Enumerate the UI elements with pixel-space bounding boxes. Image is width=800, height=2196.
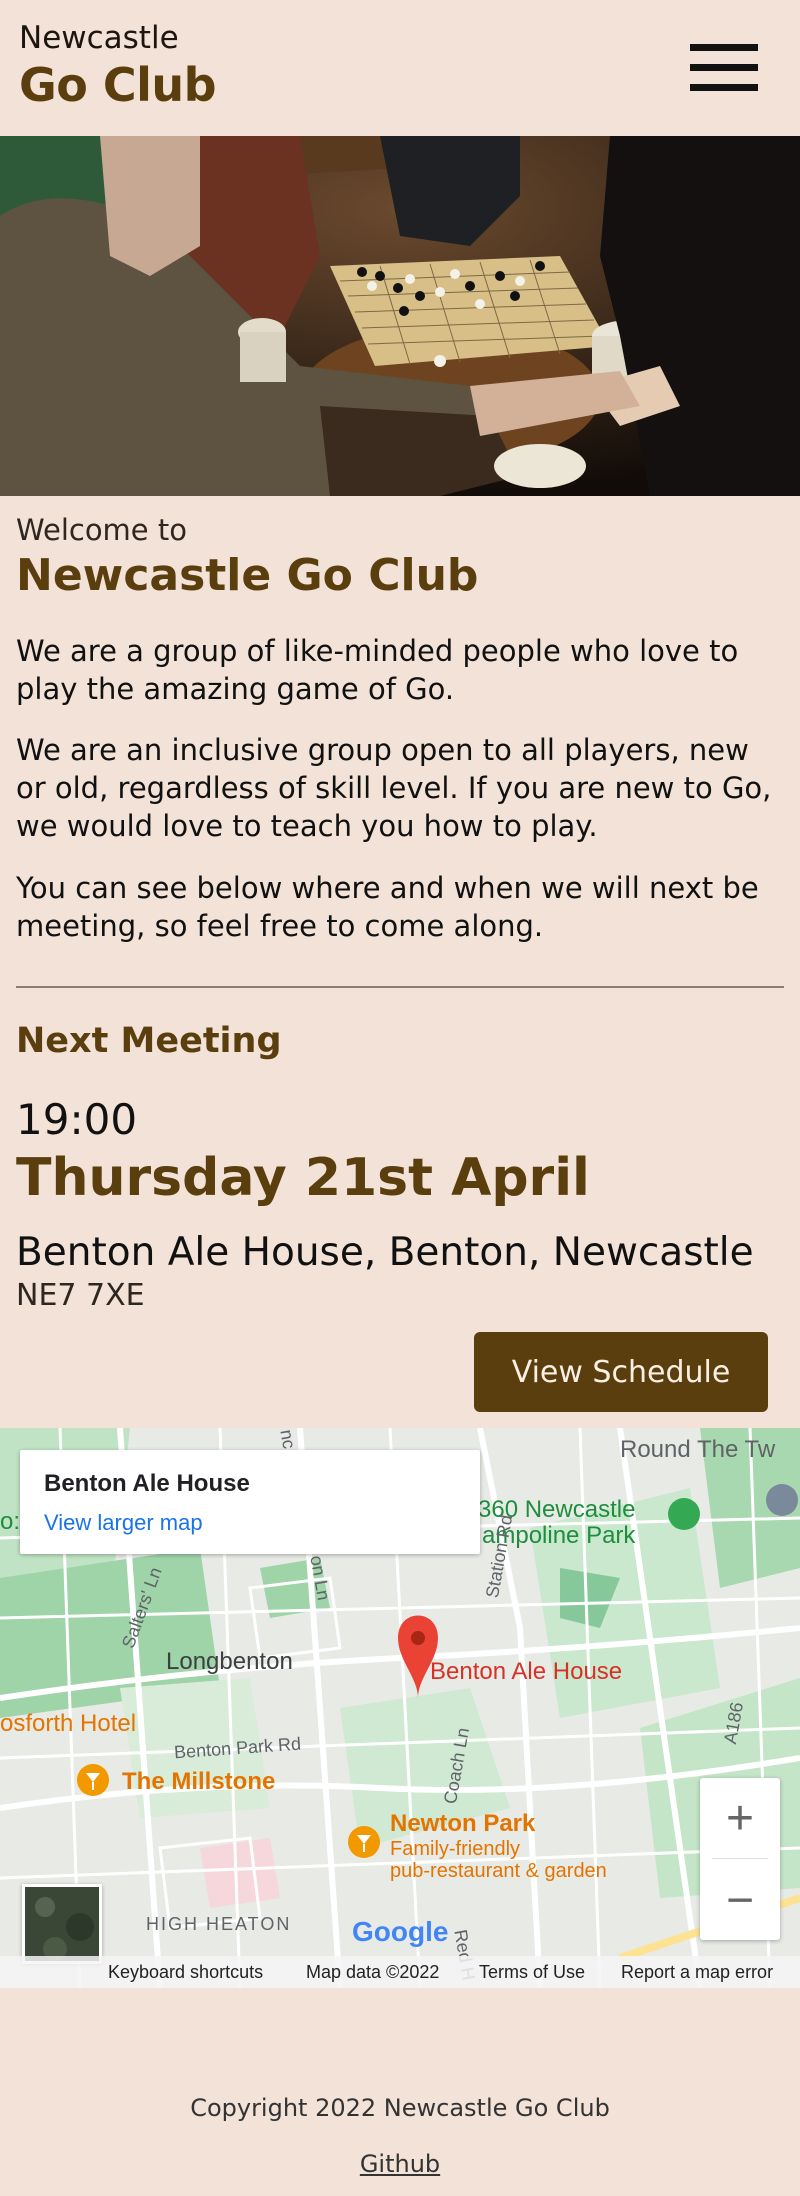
view-schedule-button[interactable]: View Schedule xyxy=(474,1332,768,1412)
marker-label[interactable]: Benton Ale House xyxy=(430,1658,622,1686)
map-place-label: HIGH HEATON xyxy=(146,1914,292,1934)
view-larger-map-link[interactable]: View larger map xyxy=(44,1510,203,1536)
map-place-card: Benton Ale House View larger map xyxy=(20,1450,480,1554)
keyboard-shortcuts-link[interactable]: Keyboard shortcuts xyxy=(108,1962,263,1983)
map-road-label: nc xyxy=(276,1428,300,1451)
hamburger-bar xyxy=(690,44,758,51)
meeting-time: 19:00 xyxy=(16,1095,138,1144)
next-meeting-heading: Next Meeting xyxy=(16,1021,282,1061)
report-map-error-link[interactable]: Report a map error xyxy=(621,1962,773,1983)
map-place-label: o: xyxy=(0,1508,21,1535)
map-card-title: Benton Ale House xyxy=(44,1470,250,1497)
brand-name-main[interactable]: Go Club xyxy=(19,58,217,112)
google-logo: Google xyxy=(352,1916,449,1947)
zoom-divider xyxy=(712,1858,768,1859)
map-place-description: Family-friendly xyxy=(390,1838,521,1860)
zoom-out-button[interactable]: − xyxy=(700,1860,780,1940)
map-data-text: Map data ©2022 xyxy=(306,1962,440,1982)
page-title: Newcastle Go Club xyxy=(16,550,479,601)
map-place-description: pub-restaurant & garden xyxy=(390,1860,607,1882)
map-place-label[interactable]: The Millstone xyxy=(122,1768,275,1796)
hamburger-bar xyxy=(690,64,758,71)
section-divider xyxy=(16,986,784,988)
hamburger-bar xyxy=(690,84,758,91)
copyright-text: Copyright 2022 Newcastle Go Club xyxy=(190,2094,610,2122)
meeting-date: Thursday 21st April xyxy=(16,1148,590,1208)
zoom-in-button[interactable]: + xyxy=(700,1778,780,1858)
map-place-label: Round The Tw xyxy=(620,1436,776,1463)
embedded-map[interactable]: Round The Tw 360 Newcastle ampoline Park… xyxy=(0,1428,800,1988)
brand-name-top[interactable]: Newcastle xyxy=(19,20,179,56)
terms-of-use-link[interactable]: Terms of Use xyxy=(479,1962,585,1983)
map-zoom-controls: + − xyxy=(700,1778,780,1940)
map-place-label[interactable]: osforth Hotel xyxy=(0,1710,136,1738)
map-attribution-bar: Keyboard shortcuts Map data ©2022 Terms … xyxy=(0,1956,800,1988)
intro-paragraph: You can see below where and when we will… xyxy=(16,871,759,943)
map-place-label[interactable]: Newton Park xyxy=(390,1810,535,1838)
intro-paragraph: We are a group of like-minded people who… xyxy=(16,634,739,706)
satellite-layer-toggle[interactable] xyxy=(22,1884,102,1964)
map-place-label: Longbenton xyxy=(166,1648,293,1675)
github-link[interactable]: Github xyxy=(0,2150,800,2178)
intro-paragraph: We are an inclusive group open to all pl… xyxy=(16,733,772,843)
welcome-subheading: Welcome to xyxy=(16,513,187,547)
satellite-thumbnail-icon xyxy=(25,1887,99,1961)
go-players-photo xyxy=(0,136,800,496)
meeting-postcode: NE7 7XE xyxy=(16,1278,145,1313)
hamburger-menu-icon[interactable] xyxy=(690,44,758,92)
hero-image xyxy=(0,136,800,496)
meeting-venue: Benton Ale House, Benton, Newcastle xyxy=(16,1230,754,1275)
site-header: Newcastle Go Club xyxy=(0,0,800,136)
